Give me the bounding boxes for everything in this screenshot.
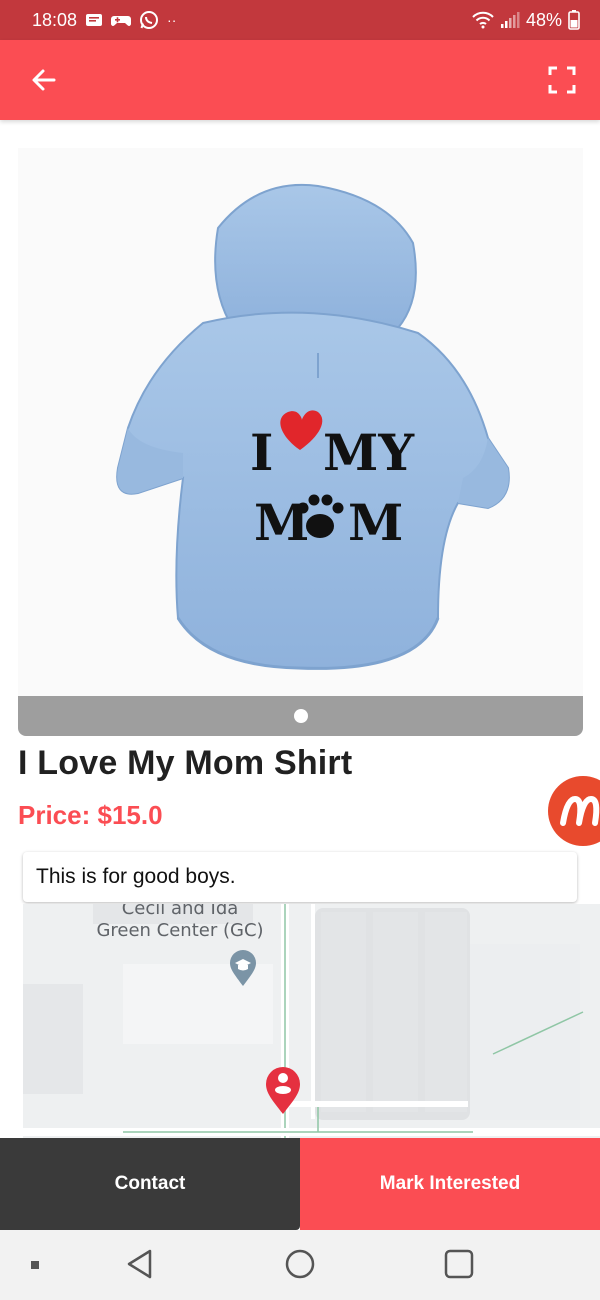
square-dot-icon xyxy=(31,1261,39,1269)
nav-home-button[interactable] xyxy=(284,1248,316,1280)
shirt-print-line1b: MY xyxy=(323,423,415,482)
product-image: I MY M M xyxy=(116,184,510,670)
circle-home-icon xyxy=(285,1249,315,1279)
whatsapp-icon xyxy=(139,10,159,30)
wifi-icon xyxy=(472,11,494,29)
nav-recents-button[interactable] xyxy=(443,1248,475,1280)
battery-percent: 48% xyxy=(525,9,562,30)
app-logo-button[interactable] xyxy=(548,776,600,846)
mark-interested-button[interactable]: Mark Interested xyxy=(300,1138,600,1230)
app-bar xyxy=(0,40,600,120)
status-time: 18:08 xyxy=(32,9,78,30)
image-pager xyxy=(18,696,583,736)
fullscreen-button[interactable] xyxy=(544,62,580,98)
square-recents-icon xyxy=(444,1249,474,1279)
triangle-back-icon xyxy=(127,1249,152,1279)
battery-icon xyxy=(568,10,580,30)
nav-menu-button[interactable] xyxy=(28,1258,42,1272)
product-price: Price: $15.0 xyxy=(18,800,163,830)
product-description: This is for good boys. xyxy=(36,865,236,888)
logo-icon xyxy=(560,795,600,826)
game-controller-icon xyxy=(111,12,132,28)
contact-button[interactable]: Contact xyxy=(0,1138,300,1230)
map-place-line2: Green Center (GC) xyxy=(96,920,264,941)
more-notifications: ·· xyxy=(167,12,177,28)
shirt-print-line2b: M xyxy=(348,493,403,552)
description-card: This is for good boys. xyxy=(23,852,577,902)
signal-icon xyxy=(500,11,520,29)
shirt-print-line2a: M xyxy=(254,493,309,552)
location-pin-icon xyxy=(266,1067,300,1114)
map-place-line1: Cecil and Ida xyxy=(121,904,239,919)
fullscreen-icon xyxy=(548,66,576,94)
shirt-print-line1: I xyxy=(250,423,273,482)
message-icon xyxy=(85,12,103,28)
back-button[interactable] xyxy=(26,62,62,98)
product-title: I Love My Mom Shirt xyxy=(18,744,353,782)
product-image-carousel[interactable]: I MY M M xyxy=(18,148,583,696)
location-map[interactable]: Cecil and Ida Green Center (GC) xyxy=(23,904,600,1140)
status-bar: 18:08 ·· 48% xyxy=(0,0,600,40)
pager-dot-active[interactable] xyxy=(293,709,308,723)
system-nav-bar xyxy=(0,1230,600,1300)
map-place-label: Cecil and Ida Green Center (GC) xyxy=(85,904,275,942)
arrow-left-icon xyxy=(32,69,56,91)
nav-back-button[interactable] xyxy=(124,1248,156,1280)
school-marker-icon xyxy=(230,950,256,986)
